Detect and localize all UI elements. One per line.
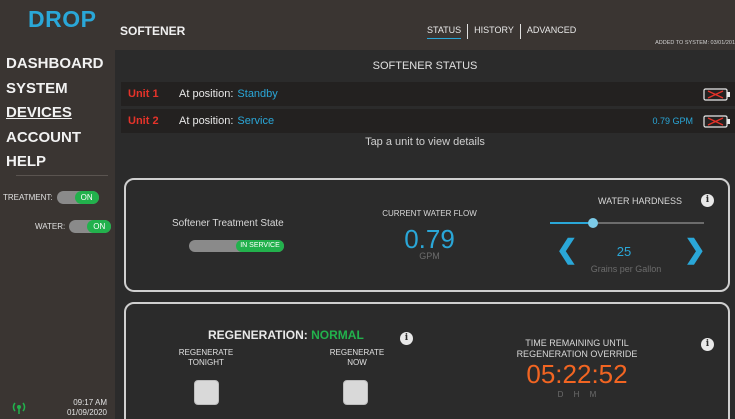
regenerate-now-label-2: NOW	[347, 358, 367, 367]
tab-divider	[467, 24, 469, 39]
battery-empty-icon	[703, 115, 730, 128]
sidebar-item-dashboard[interactable]: DASHBOARD	[6, 52, 104, 77]
unit-name: Unit 2	[128, 115, 159, 127]
regenerate-tonight-checkbox[interactable]	[194, 380, 219, 405]
info-icon[interactable]: i	[701, 338, 714, 351]
treatment-panel: Softener Treatment State IN SERVICE CURR…	[124, 178, 730, 292]
water-toggle-state: ON	[87, 220, 112, 233]
unit-row-1[interactable]: Unit 1 At position: Standby	[121, 82, 735, 106]
tab-history[interactable]: HISTORY	[474, 25, 514, 38]
time-remaining-label: TIME REMAINING UNTIL REGENERATION OVERRI…	[514, 338, 640, 360]
hardness-slider[interactable]	[550, 218, 704, 228]
sidebar-nav: DASHBOARD SYSTEM DEVICES ACCOUNT HELP	[6, 52, 104, 175]
flow-label: CURRENT WATER FLOW	[382, 209, 477, 218]
header: SOFTENER STATUS HISTORY ADVANCED ADDED T…	[115, 0, 735, 50]
clock-date: 01/09/2020	[66, 408, 107, 417]
unit-position-value: Standby	[237, 88, 278, 100]
unit-name: Unit 1	[128, 88, 159, 100]
treatment-toggle-row: TREATMENT: ON	[3, 191, 99, 204]
regenerate-now-label: REGENERATE NOW	[317, 348, 397, 368]
water-toggle-row: WATER: ON	[35, 220, 112, 233]
treatment-state-indicator: IN SERVICE	[189, 240, 284, 252]
time-remaining-units: D H M	[557, 390, 597, 399]
clock: 09:17 AM 01/09/2020	[67, 398, 107, 418]
hardness-label: WATER HARDNESS	[598, 196, 683, 206]
sidebar: DROP DASHBOARD SYSTEM DEVICES ACCOUNT HE…	[0, 0, 115, 419]
regenerate-tonight-label-2: TONIGHT	[188, 358, 224, 367]
unit-position-value: Service	[237, 115, 275, 127]
regeneration-status: NORMAL	[311, 328, 364, 342]
chevron-right-icon[interactable]: ❯	[684, 234, 706, 265]
info-icon[interactable]: i	[400, 332, 413, 345]
regenerate-now-label-1: REGENERATE	[329, 348, 385, 357]
sidebar-item-account[interactable]: ACCOUNT	[6, 126, 104, 151]
softener-status-title: SOFTENER STATUS	[372, 60, 478, 72]
hardness-value: 25	[616, 244, 632, 259]
unit-position-label: At position:	[179, 115, 234, 127]
added-date: ADDED TO SYSTEM: 03/01/201	[655, 40, 735, 46]
time-remaining-label-1: TIME REMAINING UNTIL	[525, 338, 629, 348]
treatment-state-value: IN SERVICE	[236, 240, 284, 252]
water-toggle-label: WATER:	[35, 222, 66, 231]
page-title: SOFTENER	[120, 24, 186, 38]
tab-advanced[interactable]: ADVANCED	[527, 25, 576, 38]
flow-unit: GPM	[419, 251, 440, 261]
hardness-slider-thumb[interactable]	[588, 218, 599, 228]
regenerate-tonight-label: REGENERATE TONIGHT	[166, 348, 246, 368]
regeneration-heading: REGENERATION: NORMAL	[208, 328, 364, 342]
regenerate-now-checkbox[interactable]	[343, 380, 368, 405]
time-remaining-value: 05:22:52	[526, 359, 628, 389]
treatment-toggle-label: TREATMENT:	[3, 193, 53, 202]
treatment-state-label: Softener Treatment State	[172, 218, 284, 229]
unit-hint: Tap a unit to view details	[365, 136, 485, 148]
treatment-toggle-state: ON	[74, 191, 99, 204]
tab-status[interactable]: STATUS	[427, 25, 462, 39]
info-icon[interactable]: i	[701, 194, 714, 207]
hardness-unit: Grains per Gallon	[590, 264, 662, 274]
chevron-left-icon[interactable]: ❮	[556, 234, 578, 265]
sidebar-divider	[16, 175, 108, 176]
sidebar-item-devices[interactable]: DEVICES	[6, 101, 104, 126]
sidebar-item-help[interactable]: HELP	[6, 150, 104, 175]
tab-bar: STATUS HISTORY ADVANCED	[427, 24, 576, 39]
clock-time: 09:17 AM	[73, 398, 107, 407]
hardness-slider-fill	[550, 222, 594, 224]
water-toggle[interactable]: ON	[69, 220, 112, 233]
regenerate-tonight-label-1: REGENERATE	[178, 348, 234, 357]
regeneration-panel: REGENERATION: NORMAL i REGENERATE TONIGH…	[124, 302, 730, 419]
treatment-toggle[interactable]: ON	[56, 191, 99, 204]
drop-logo: DROP	[28, 6, 97, 32]
signal-icon	[12, 402, 26, 414]
tab-divider	[519, 24, 521, 39]
unit-flow: 0.79 GPM	[652, 116, 693, 126]
unit-row-2[interactable]: Unit 2 At position: Service 0.79 GPM	[121, 109, 735, 133]
main-content: SOFTENER STATUS Unit 1 At position: Stan…	[115, 50, 735, 419]
sidebar-item-system[interactable]: SYSTEM	[6, 77, 104, 102]
battery-empty-icon	[703, 88, 730, 101]
regeneration-title: REGENERATION:	[208, 328, 308, 342]
unit-position-label: At position:	[179, 88, 234, 100]
